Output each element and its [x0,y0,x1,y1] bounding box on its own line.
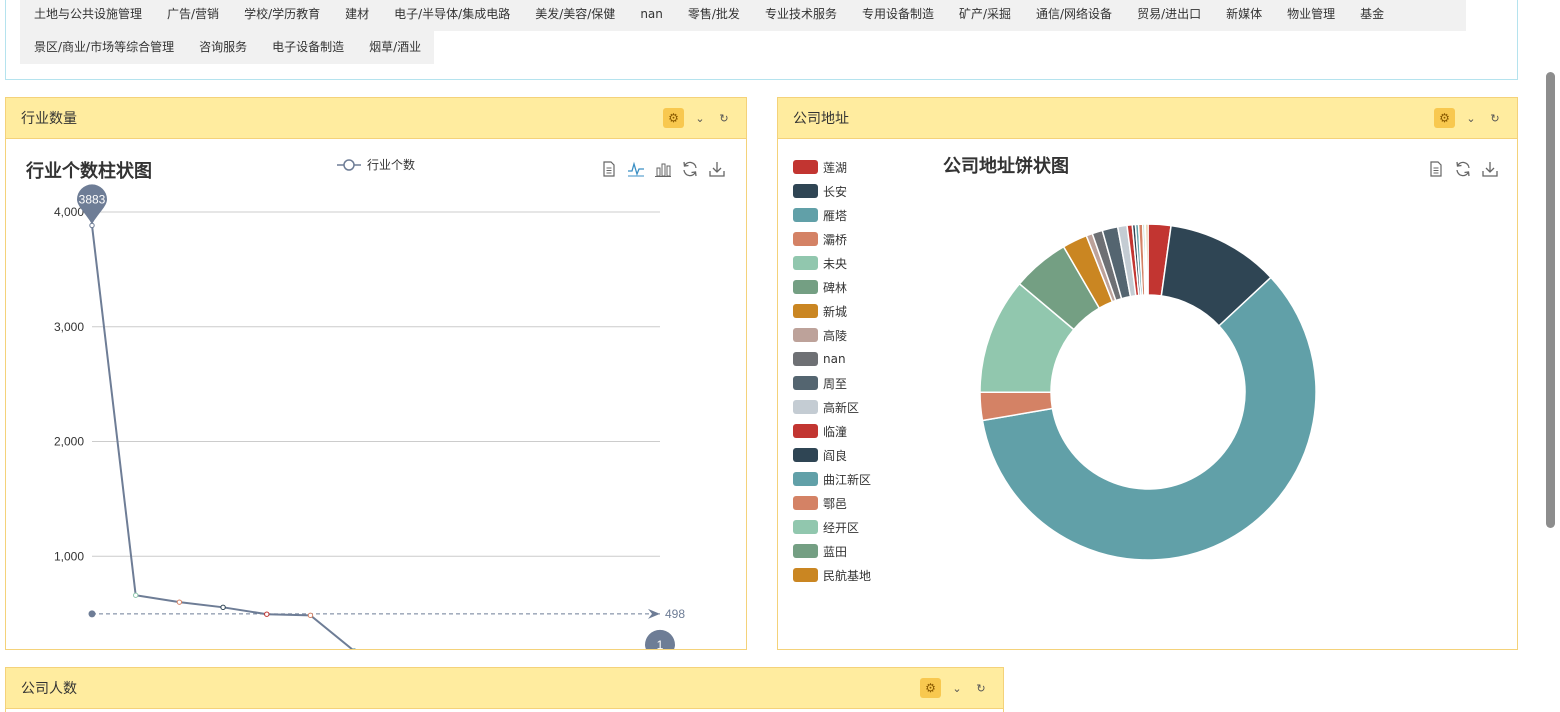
series-line [91,225,354,649]
scrollbar-thumb[interactable] [1546,72,1555,528]
panel-tools: ⚙ ⌄ ↻ [1434,108,1503,128]
address-pie-chart [979,223,1317,561]
industry-tag-panel: 土地与公共设施管理 广告/营销 学校/学历教育 建材 电子/半导体/集成电路 美发/美容/… [5,0,1518,80]
industry-tag[interactable]: 专用设备制造 [849,0,946,31]
page-scrollbar[interactable] [1544,0,1558,712]
industry-tag[interactable]: 烟草/酒业 [357,31,434,64]
panel-header: 公司地址 ⚙ ⌄ ↻ [778,98,1517,139]
industry-tag[interactable]: 贸易/进出口 [1125,0,1214,31]
panel-title: 行业数量 [21,111,77,127]
industry-tag[interactable]: 新媒体 [1214,0,1275,31]
industry-tag[interactable]: 土地与公共设施管理 [20,0,155,31]
industry-tag[interactable]: nan [628,0,676,31]
min-mark-pin: 1 [645,629,675,649]
chevron-down-icon[interactable]: ⌄ [692,108,708,128]
y-tick-label: 2,000 [54,435,84,449]
min-mark-pin-label: 1 [657,638,664,649]
industry-tag[interactable]: 广告/营销 [155,0,232,31]
industry-tag[interactable]: 物业管理 [1275,0,1348,31]
chevron-down-icon[interactable]: ⌄ [1463,108,1479,128]
data-point [264,611,270,617]
industry-tag[interactable]: 专业技术服务 [752,0,849,31]
pie-slice [1145,223,1149,296]
industry-tag[interactable]: 学校/学历教育 [232,0,333,31]
industry-tag[interactable]: 电子/半导体/集成电路 [382,0,523,31]
refresh-icon[interactable]: ↻ [1487,108,1503,128]
refresh-icon[interactable]: ↻ [716,108,732,128]
refresh-icon[interactable]: ↻ [973,678,989,698]
industry-line-chart: 01,0002,0003,0004,000民营nan其它港澳台公司医院49838… [54,184,685,649]
industry-tag[interactable]: 美发/美容/保健 [523,0,628,31]
max-mark-pin-label: 3883 [79,192,106,206]
data-point [220,604,226,611]
industry-tag[interactable]: 通信/网络设备 [1024,0,1125,31]
data-point [132,592,139,598]
company-people-panel: 公司人数 ⚙ ⌄ ↻ [5,667,1004,712]
gear-icon[interactable]: ⚙ [663,108,684,128]
data-point [176,599,183,605]
industry-tag[interactable]: 零售/批发 [675,0,752,31]
y-tick-label: 1,000 [54,549,84,563]
industry-tag[interactable]: 电子设备制造 [260,31,357,64]
industry-count-panel: 行业数量 ⚙ ⌄ ↻ 行业个数柱状图 行业个数 1,000 2,000 3,00… [5,97,747,650]
industry-tag[interactable]: 矿产/采掘 [946,0,1023,31]
panel-header: 行业数量 ⚙ ⌄ ↻ [6,98,746,139]
average-line-label: 498 [665,607,685,621]
panel-title: 公司地址 [793,111,849,127]
industry-tag[interactable]: 咨询服务 [187,31,260,64]
gear-icon[interactable]: ⚙ [920,678,941,698]
industry-tag-row-2: 景区/商业/市场等综合管理 咨询服务 电子设备制造 烟草/酒业 [20,31,434,64]
data-point [307,612,314,619]
y-tick-label: 3,000 [54,320,84,334]
chevron-down-icon[interactable]: ⌄ [949,678,965,698]
panel-tools: ⚙ ⌄ ↻ [920,678,989,698]
company-address-panel: 公司地址 ⚙ ⌄ ↻ 莲湖 长安 雁塔 灞桥 未央 碑林 新城 高陵 nan 周至 高新区 临潼 阎良曲… [777,97,1518,650]
industry-tag-row-1: 土地与公共设施管理 广告/营销 学校/学历教育 建材 电子/半导体/集成电路 美发/美容/… [20,0,1466,31]
industry-tag[interactable]: 建材 [333,0,382,31]
gear-icon[interactable]: ⚙ [1434,108,1455,128]
panel-title: 公司人数 [21,681,77,697]
industry-tag[interactable]: 基金 [1348,0,1397,31]
dashboard-page: 土地与公共设施管理 广告/营销 学校/学历教育 建材 电子/半导体/集成电路 美发/美容/… [0,0,1560,712]
industry-tag[interactable]: 景区/商业/市场等综合管理 [20,31,187,64]
y-tick-label: 4,000 [54,205,84,219]
panel-tools: ⚙ ⌄ ↻ [663,108,732,128]
panel-header: 公司人数 ⚙ ⌄ ↻ [6,668,1003,709]
average-line-arrow [648,608,660,619]
